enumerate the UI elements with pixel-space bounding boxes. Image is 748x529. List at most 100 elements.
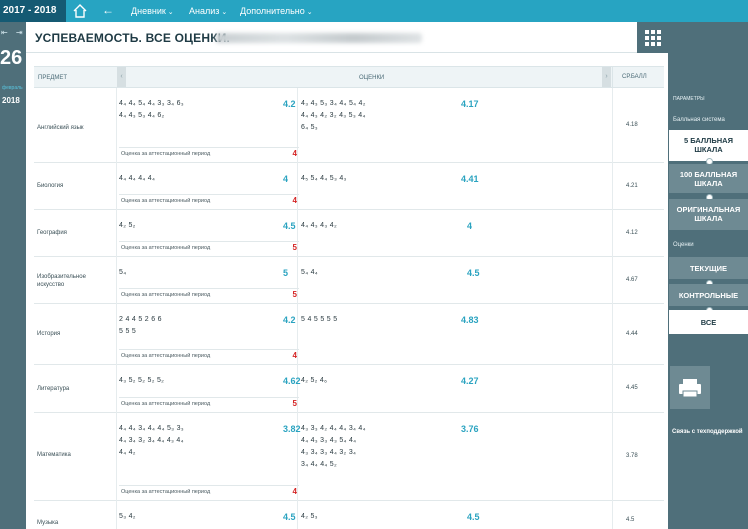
- period-1-average: 4.5: [283, 221, 296, 231]
- attestation-label: Оценка за аттестационный период: [121, 489, 211, 495]
- attestation-label: Оценка за аттестационный период: [121, 401, 211, 407]
- day-number: 26: [0, 47, 23, 69]
- table-row: Английский язык 4₄ 4₄ 5₄ 4₄ 3₃ 3₄ 6₃ 4₄ 4₃…: [34, 88, 664, 163]
- grades-period-2: 4₃ 3₃ 4₂ 4₄ 4₄ 3₄ 4₄: [301, 425, 366, 432]
- subject-name: Литература: [37, 386, 70, 392]
- attestation-period-cell: Оценка за аттестационный период 4: [119, 147, 299, 160]
- menu-analysis-label: Анализ: [189, 6, 220, 16]
- date-strip: ⇤ ⇥ 26 февраль 2018: [0, 22, 26, 529]
- chevron-down-icon: ⌄: [167, 9, 174, 16]
- menu-additional[interactable]: Дополнительно ⌄: [240, 0, 313, 22]
- final-average: 4.67: [626, 277, 638, 283]
- attestation-period-cell: Оценка за аттестационный период 5: [119, 397, 299, 410]
- date-nav-arrows[interactable]: ⇤ ⇥: [1, 28, 26, 37]
- subject-name: Математика: [37, 452, 71, 458]
- grades-period-1: 4₄ 4₃ 5₃ 4₄ 6₂: [119, 112, 165, 119]
- grades-all-option[interactable]: ВСЕ: [669, 310, 748, 334]
- grades-label: Оценки: [673, 242, 694, 248]
- top-bar: 2017 - 2018 ← Дневник ⌄ Анализ ⌄ Дополните…: [0, 0, 748, 35]
- title-bar: УСПЕВАЕМОСТЬ. ВСЕ ОЦЕНКИ.: [26, 22, 668, 53]
- scale-original-option[interactable]: ОРИГИНАЛЬНАЯ ШКАЛА: [669, 199, 748, 230]
- grid-menu-button[interactable]: [637, 22, 668, 53]
- subject-name: Биология: [37, 183, 64, 189]
- page-title: УСПЕВАЕМОСТЬ. ВСЕ ОЦЕНКИ.: [35, 31, 231, 45]
- table-row: Биология 4₄ 4₄ 4₄ 4₄ 4 4₅ 5₄ 4₄ 5₃ 4₃ 4.41 Оц…: [34, 163, 664, 210]
- menu-diary-label: Дневник: [131, 6, 166, 16]
- printer-icon: [679, 379, 701, 398]
- attestation-label: Оценка за аттестационный период: [121, 245, 211, 251]
- chevron-down-icon: ⌄: [306, 9, 313, 16]
- period-1-average: 4.5: [283, 512, 296, 522]
- subject-name: Английский язык: [37, 125, 84, 131]
- chevron-down-icon: ⌄: [221, 9, 228, 16]
- subject-name: Музыка: [37, 520, 59, 526]
- attestation-label: Оценка за аттестационный период: [121, 353, 211, 359]
- period-2-average: 4.41: [461, 174, 479, 184]
- grades-period-1: 2 4 4 5 2 6 6: [119, 316, 162, 323]
- year-selector[interactable]: 2017 - 2018: [0, 0, 66, 35]
- grades-period-2: 4₂ 5₂ 4₆: [301, 377, 328, 384]
- grades-period-2: 4₄ 4₃ 3₃ 4₃ 5₄ 4₄: [301, 437, 357, 444]
- period-2-average: 4.5: [467, 512, 480, 522]
- attestation-label: Оценка за аттестационный период: [121, 151, 211, 157]
- period-1-average: 3.82: [283, 424, 301, 434]
- grades-period-2: 4₄ 4₃ 4₂ 3₂ 4₃ 5₃ 4₄: [301, 112, 366, 119]
- grades-period-2: 6₄ 5₃: [301, 124, 318, 131]
- grades-period-1: 5₄: [119, 269, 127, 276]
- home-icon[interactable]: [72, 3, 88, 19]
- scale-5-option[interactable]: 5 БАЛЛЬНАЯ ШКАЛА: [669, 130, 748, 161]
- attestation-grade: 4: [292, 149, 297, 158]
- grades-period-2: 4₃ 4₃ 5₃ 3₄ 4₄ 5₄ 4₂: [301, 100, 366, 107]
- grades-period-2: 5 4 5 5 5 5: [301, 316, 338, 323]
- period-2-average: 4.17: [461, 99, 479, 109]
- table-row: Музыка 5₃ 4₂ 4.5 4₂ 5₃ 4.5 4.5: [34, 501, 664, 529]
- grades-period-2: 4₂ 5₃: [301, 513, 318, 520]
- period-2-average: 4.5: [467, 268, 480, 278]
- period-1-average: 5: [283, 268, 289, 278]
- final-average: 3.78: [626, 453, 638, 459]
- attestation-period-cell: Оценка за аттестационный период 5: [119, 288, 299, 301]
- scroll-left-button[interactable]: ‹: [117, 67, 126, 87]
- header-subject: ПРЕДМЕТ: [38, 75, 68, 81]
- grades-period-2: 4₄ 4₃ 4₃ 4₂: [301, 222, 337, 229]
- menu-analysis[interactable]: Анализ ⌄: [189, 0, 227, 22]
- attestation-label: Оценка за аттестационный период: [121, 292, 211, 298]
- scroll-right-button[interactable]: ›: [602, 67, 611, 87]
- attestation-period-cell: Оценка за аттестационный период 5: [119, 241, 299, 254]
- final-average: 4.5: [626, 517, 635, 523]
- year-number: 2018: [2, 96, 20, 105]
- header-grades: ОЦЕНКИ: [359, 75, 385, 81]
- grades-period-1: 5₃ 4₂: [119, 513, 136, 520]
- final-average: 4.21: [626, 183, 638, 189]
- scale-100-option[interactable]: 100 БАЛЛЬНАЯ ШКАЛА: [669, 164, 748, 193]
- grades-control-option[interactable]: КОНТРОЛЬНЫЕ: [669, 284, 748, 306]
- year-label: 2017 - 2018: [3, 5, 57, 16]
- menu-diary[interactable]: Дневник ⌄: [131, 0, 174, 22]
- grades-current-option[interactable]: ТЕКУЩИЕ: [669, 257, 748, 279]
- table-row: Литература 4₃ 5₂ 5₂ 5₂ 5₂ 4.62 4₂ 5₂ 4₆ 4.27…: [34, 365, 664, 413]
- month-label: февраль: [2, 85, 23, 91]
- support-link[interactable]: Связь с техподдержкой: [672, 429, 743, 435]
- period-2-average: 3.76: [461, 424, 479, 434]
- grades-period-1: 4₄ 4₄ 3₄ 4₄ 4₄ 5₃ 3₃: [119, 425, 184, 432]
- header-avg: СР.БАЛЛ: [622, 74, 647, 80]
- final-average: 4.45: [626, 385, 638, 391]
- table-row: География 4₂ 5₂ 4.5 4₄ 4₃ 4₃ 4₂ 4 Оценка за а…: [34, 210, 664, 257]
- attestation-grade: 5: [292, 243, 297, 252]
- grades-period-1: 4₄ 4₄ 5₄ 4₄ 3₃ 3₄ 6₃: [119, 100, 184, 107]
- print-button[interactable]: [670, 366, 710, 409]
- period-2-average: 4.83: [461, 315, 479, 325]
- attestation-period-cell: Оценка за аттестационный период 4: [119, 194, 299, 207]
- table-row: Изобразительное искусство 5₄ 5 5₄ 4₄ 4.5 Оцен…: [34, 257, 664, 304]
- grades-period-1: 4₄ 4₂: [119, 449, 136, 456]
- final-average: 4.44: [626, 331, 638, 337]
- period-1-average: 4: [283, 174, 289, 184]
- back-arrow-icon[interactable]: ←: [102, 2, 114, 18]
- grades-period-1: 4₂ 5₂: [119, 222, 136, 229]
- subject-name: География: [37, 230, 67, 236]
- table-row: Математика 4₄ 4₄ 3₄ 4₄ 4₄ 5₃ 3₃ 4₄ 3₄ 3₂ 3…: [34, 413, 664, 501]
- grades-period-1: 4₃ 5₂ 5₂ 5₂ 5₂: [119, 377, 165, 384]
- blurred-student-name: [216, 33, 422, 43]
- attestation-grade: 4: [292, 487, 297, 496]
- attestation-period-cell: Оценка за аттестационный период 4: [119, 485, 299, 498]
